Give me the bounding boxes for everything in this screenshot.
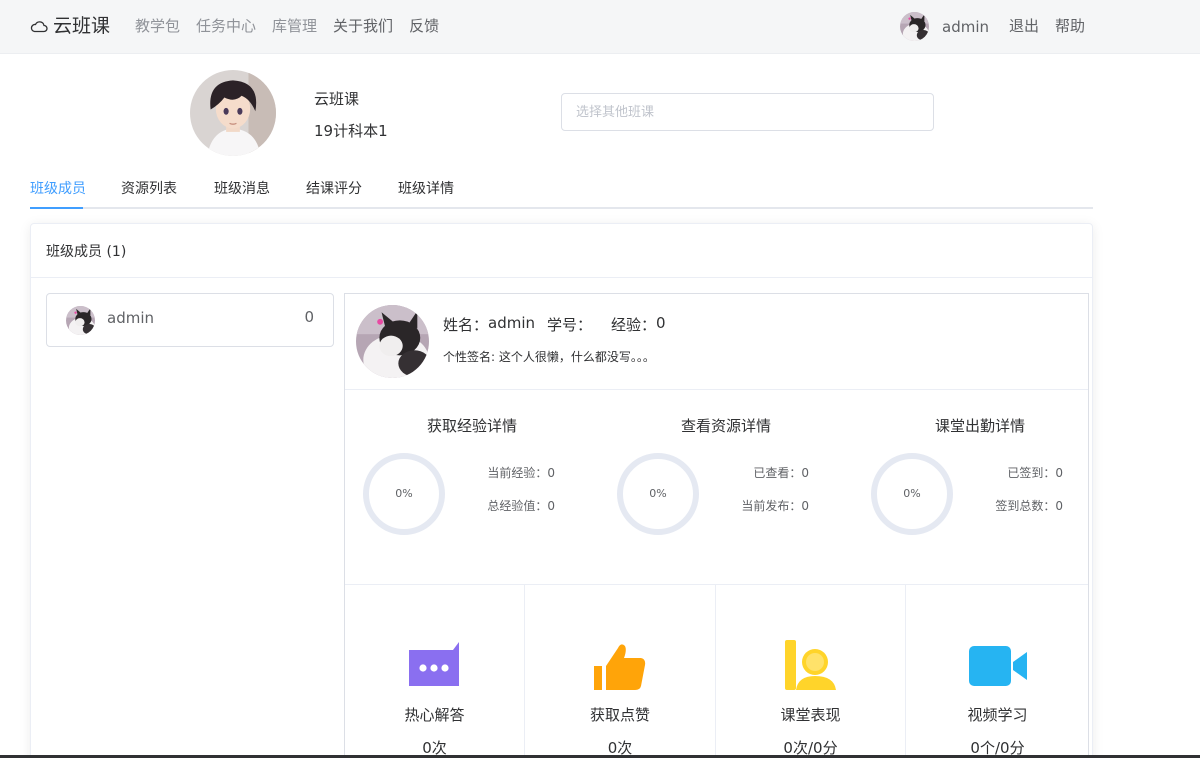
- logo-text: 云班课: [53, 15, 111, 37]
- name-label: 姓名：: [443, 316, 489, 334]
- video-camera-icon: [968, 646, 1027, 686]
- total-experience: 总经验值：0: [487, 499, 555, 513]
- nav-about-us[interactable]: 关于我们: [333, 16, 393, 36]
- progress-percent: 0%: [395, 487, 413, 500]
- metric-answers: 热心解答 0次: [345, 585, 525, 758]
- metric-likes: 获取点赞 0次: [525, 585, 716, 758]
- stat-title: 课堂出勤详情: [934, 417, 1025, 435]
- metric-label: 视频学习: [967, 706, 1028, 724]
- resource-stat: 查看资源详情 0% 已查看：0 当前发布：0: [599, 389, 853, 584]
- user-menu[interactable]: admin: [900, 12, 989, 41]
- metric-label: 热心解答: [404, 706, 465, 724]
- member-avatar: [66, 306, 95, 335]
- published-count: 当前发布：0: [741, 499, 809, 513]
- member-name: admin: [107, 309, 154, 327]
- metric-label: 课堂表现: [780, 706, 841, 724]
- help-link[interactable]: 帮助: [1055, 16, 1085, 36]
- top-navigation-bar: 云班课 教学包 任务中心 库管理 关于我们 反馈 admin 退出 帮助: [0, 0, 1200, 54]
- detail-avatar: [356, 305, 429, 378]
- user-name[interactable]: admin: [942, 18, 989, 36]
- active-tab-indicator: [30, 207, 83, 209]
- class-code: 19计科本1: [314, 122, 388, 140]
- viewed-count: 已查看：0: [753, 466, 809, 480]
- tab-resource-list[interactable]: 资源列表: [121, 180, 177, 198]
- chat-bubble-icon: [408, 642, 459, 686]
- main-nav: 教学包 任务中心 库管理 关于我们 反馈: [135, 16, 455, 36]
- tab-class-messages[interactable]: 班级消息: [214, 180, 270, 198]
- experience-label: 经验：: [611, 316, 657, 334]
- signed-in-count: 已签到：0: [1007, 466, 1063, 480]
- card-header: 班级成员 (1): [31, 224, 1092, 278]
- class-select-input[interactable]: [561, 93, 934, 131]
- tab-class-details[interactable]: 班级详情: [398, 180, 454, 198]
- tab-class-members[interactable]: 班级成员: [30, 180, 86, 198]
- member-detail-panel: 姓名： admin 学号： 经验： 0 个性签名: 这个人很懒，什么都没写。。。…: [344, 293, 1089, 758]
- member-info-line: 姓名： admin 学号： 经验： 0: [443, 314, 666, 335]
- cloud-icon: [30, 21, 48, 33]
- stat-title: 获取经验详情: [426, 417, 517, 435]
- nav-teaching-package[interactable]: 教学包: [135, 16, 180, 36]
- nav-task-center[interactable]: 任务中心: [196, 16, 256, 36]
- class-avatar: [190, 70, 276, 156]
- student-id-label: 学号：: [547, 316, 593, 334]
- class-name: 云班课: [314, 90, 360, 108]
- tab-bar: 班级成员 资源列表 班级消息 结课评分 班级详情: [30, 172, 1093, 209]
- experience-stat: 获取经验详情 0% 当前经验：0 总经验值：0: [345, 389, 599, 584]
- logo[interactable]: 云班课: [30, 14, 110, 38]
- name-value: admin: [488, 314, 536, 332]
- member-score: 0: [304, 308, 314, 326]
- sign-in-total: 签到总数：0: [995, 499, 1063, 513]
- nav-feedback[interactable]: 反馈: [409, 16, 439, 36]
- members-card: 班级成员 (1) admin 0 姓名： admin 学号： 经验： 0 个性签…: [30, 223, 1093, 758]
- member-list-item[interactable]: admin 0: [46, 293, 334, 347]
- user-avatar[interactable]: [900, 12, 929, 41]
- logout-link[interactable]: 退出: [1009, 16, 1039, 36]
- metric-video: 视频学习 0个/0分: [906, 585, 1089, 758]
- tab-final-grading[interactable]: 结课评分: [306, 180, 362, 198]
- current-experience: 当前经验：0: [487, 466, 555, 480]
- experience-value: 0: [656, 314, 666, 332]
- metric-performance: 课堂表现 0次/0分: [716, 585, 906, 758]
- attendance-stat: 课堂出勤详情 0% 已签到：0 签到总数：0: [853, 389, 1107, 584]
- nav-library[interactable]: 库管理: [272, 16, 317, 36]
- performance-icon: [784, 640, 836, 690]
- stat-title: 查看资源详情: [680, 417, 771, 435]
- progress-percent: 0%: [903, 487, 921, 500]
- metric-label: 获取点赞: [589, 706, 650, 724]
- signature-text: 个性签名: 这个人很懒，什么都没写。。。: [443, 350, 655, 364]
- progress-percent: 0%: [649, 487, 667, 500]
- card-title: 班级成员 (1): [46, 244, 127, 260]
- thumbs-up-icon: [594, 644, 646, 690]
